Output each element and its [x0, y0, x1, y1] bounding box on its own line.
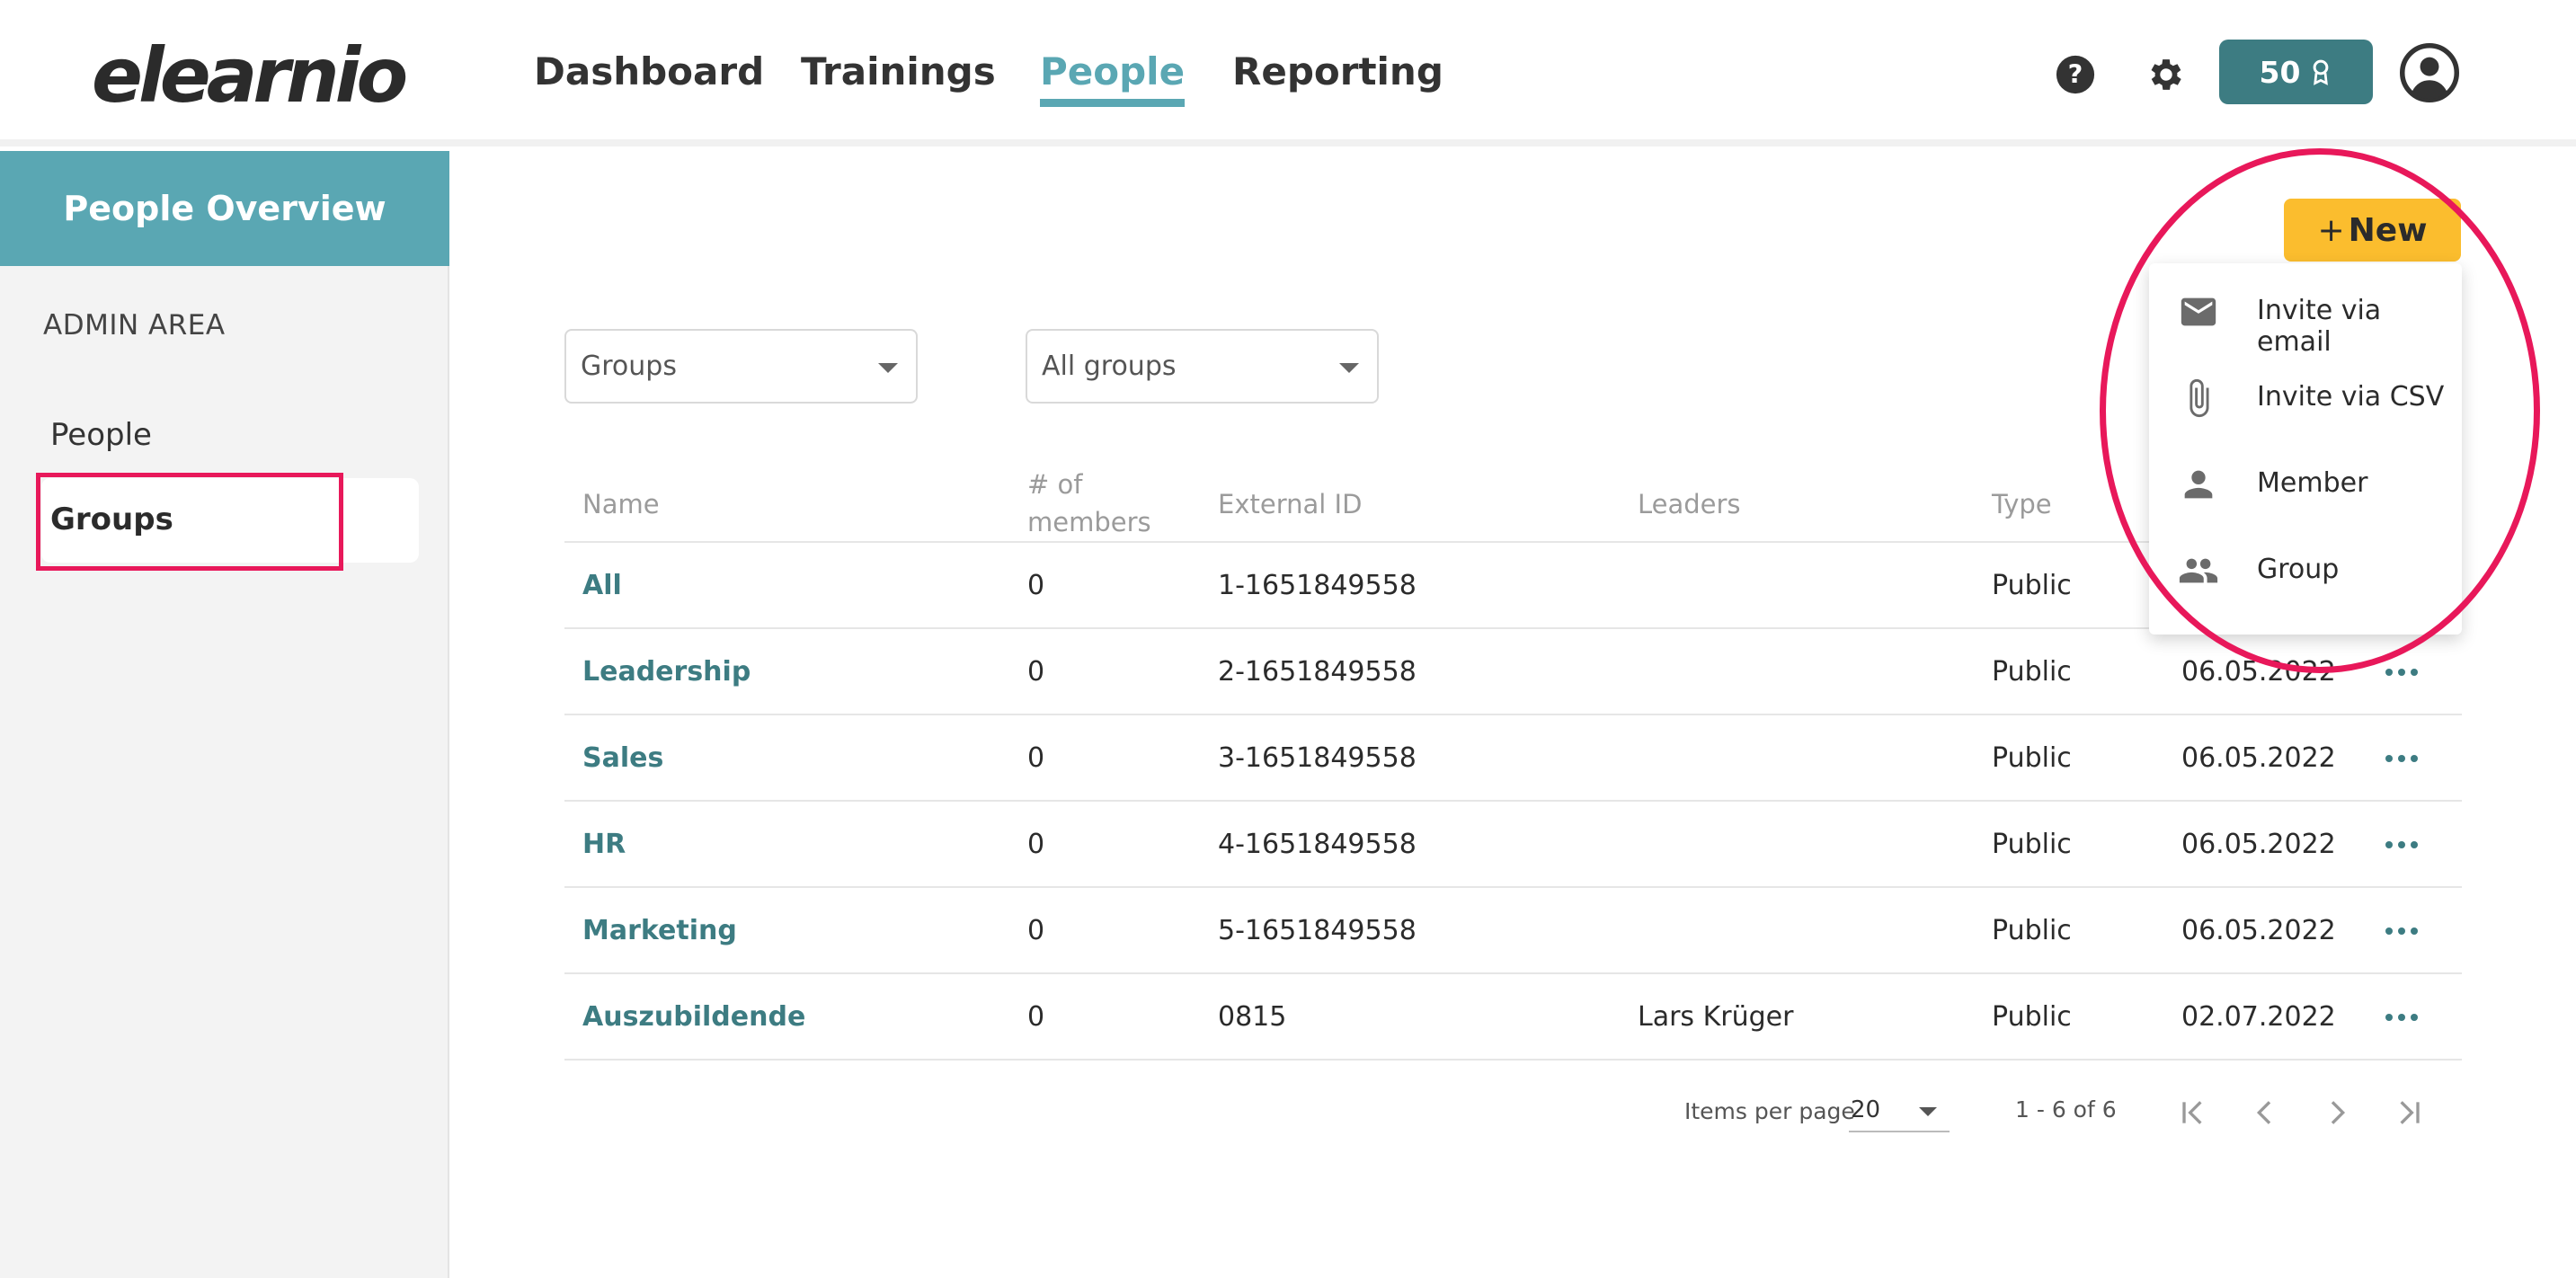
new-dropdown-menu: Invite via email Invite via CSV Member G… [2149, 263, 2462, 635]
group-type: Public [1992, 570, 2072, 601]
group-name-link[interactable]: All [582, 568, 622, 604]
previous-page-icon[interactable] [2247, 1095, 2283, 1131]
column-header-members[interactable]: # of members [1027, 466, 1151, 541]
group-type-select-value: Groups [581, 351, 677, 382]
new-button-label: New [2348, 211, 2428, 249]
table-divider [564, 714, 2462, 715]
elearnio-logo[interactable]: elearnio [92, 31, 408, 120]
paperclip-icon [2190, 378, 2209, 418]
external-id: 5-1651849558 [1218, 915, 1417, 946]
page-range: 1 - 6 of 6 [2015, 1096, 2117, 1123]
sidebar-item-people[interactable]: People [50, 417, 152, 453]
user-avatar-icon[interactable] [2400, 43, 2459, 102]
group-scope-select-value: All groups [1042, 351, 1177, 382]
nav-reporting[interactable]: Reporting [1232, 47, 1443, 97]
group-name-link[interactable]: Marketing [582, 913, 737, 949]
row-actions-menu-icon[interactable] [2385, 841, 2418, 852]
column-header-external-id[interactable]: External ID [1218, 485, 1362, 523]
table-divider [564, 886, 2462, 888]
members-count: 0 [1027, 1001, 1045, 1033]
items-per-page-label: Items per page [1684, 1098, 1855, 1124]
menu-item-label: Invite via CSV [2257, 381, 2445, 413]
group-name-link[interactable]: Leadership [582, 654, 751, 690]
last-page-icon[interactable] [2391, 1095, 2427, 1131]
nav-dashboard[interactable]: Dashboard [534, 47, 764, 97]
groups-highlight-box [36, 473, 343, 571]
external-id: 4-1651849558 [1218, 829, 1417, 860]
menu-item-group[interactable]: Group [2149, 527, 2462, 613]
row-actions-menu-icon[interactable] [2385, 1014, 2418, 1025]
menu-item-invite-csv[interactable]: Invite via CSV [2149, 354, 2462, 440]
menu-item-invite-email[interactable]: Invite via email [2149, 268, 2462, 358]
created-date: 06.05.2022 [2181, 742, 2336, 774]
created-date: 06.05.2022 [2181, 915, 2336, 946]
row-actions-menu-icon[interactable] [2385, 669, 2418, 679]
group-name-link[interactable]: Auszubildende [582, 999, 805, 1035]
table-divider [564, 1059, 2462, 1061]
group-type-select[interactable]: Groups [564, 329, 918, 404]
help-circle-icon[interactable]: ? [2055, 54, 2096, 95]
table-divider [564, 800, 2462, 802]
chevron-down-icon [1339, 363, 1359, 373]
gear-icon[interactable] [2145, 54, 2187, 95]
created-date: 06.05.2022 [2181, 829, 2336, 860]
chevron-down-icon [1919, 1107, 1937, 1116]
award-icon [2314, 59, 2329, 85]
nav-trainings[interactable]: Trainings [801, 47, 996, 97]
next-page-icon[interactable] [2319, 1095, 2355, 1131]
members-count: 0 [1027, 742, 1045, 774]
created-date: 06.05.2022 [2181, 656, 2336, 688]
column-header-leaders[interactable]: Leaders [1638, 485, 1741, 523]
group-name-link[interactable]: HR [582, 827, 626, 863]
sidebar-title: People Overview [0, 151, 449, 266]
column-header-type[interactable]: Type [1992, 485, 2052, 523]
group-name-link[interactable]: Sales [582, 741, 663, 777]
created-date: 02.07.2022 [2181, 1001, 2336, 1033]
members-count: 0 [1027, 570, 1045, 601]
new-button[interactable]: + New [2284, 199, 2461, 262]
group-scope-select[interactable]: All groups [1026, 329, 1379, 404]
top-header: elearnio Dashboard Trainings People Repo… [0, 0, 2576, 146]
items-per-page-select[interactable]: 20 [1849, 1091, 1950, 1132]
plus-icon: + [2317, 211, 2345, 249]
nav-active-underline [1040, 99, 1186, 107]
items-per-page-value: 20 [1851, 1096, 1881, 1123]
external-id: 1-1651849558 [1218, 570, 1417, 601]
nav-people-label: People [1040, 49, 1186, 93]
row-actions-menu-icon[interactable] [2385, 755, 2418, 766]
envelope-icon [2181, 297, 2216, 326]
menu-item-label: Member [2257, 467, 2368, 499]
members-count: 0 [1027, 829, 1045, 860]
external-id: 3-1651849558 [1218, 742, 1417, 774]
first-page-icon[interactable] [2175, 1095, 2211, 1131]
credits-button[interactable]: 50 [2219, 40, 2373, 104]
people-group-icon [2179, 558, 2218, 583]
column-header-members-line2: members [1027, 507, 1151, 537]
nav-people[interactable]: People [1040, 47, 1186, 107]
credits-value: 50 [2259, 54, 2301, 90]
group-type: Public [1992, 1001, 2072, 1033]
person-icon [2184, 470, 2213, 499]
group-type: Public [1992, 742, 2072, 774]
column-header-name[interactable]: Name [582, 485, 660, 523]
external-id: 2-1651849558 [1218, 656, 1417, 688]
members-count: 0 [1027, 915, 1045, 946]
column-header-members-line1: # of [1027, 469, 1083, 500]
group-type: Public [1992, 829, 2072, 860]
admin-area-label: ADMIN AREA [43, 309, 226, 342]
row-actions-menu-icon[interactable] [2385, 927, 2418, 938]
chevron-down-icon [878, 363, 898, 373]
external-id: 0815 [1218, 1001, 1287, 1033]
group-type: Public [1992, 915, 2072, 946]
sidebar: People Overview ADMIN AREA People Groups [0, 151, 449, 1278]
members-count: 0 [1027, 656, 1045, 688]
menu-item-label: Group [2257, 554, 2340, 585]
menu-item-label: Invite via email [2257, 295, 2382, 358]
svg-text:?: ? [2068, 59, 2083, 90]
table-divider [564, 972, 2462, 974]
leaders: Lars Krüger [1638, 1001, 1794, 1033]
group-type: Public [1992, 656, 2072, 688]
menu-item-member[interactable]: Member [2149, 440, 2462, 527]
